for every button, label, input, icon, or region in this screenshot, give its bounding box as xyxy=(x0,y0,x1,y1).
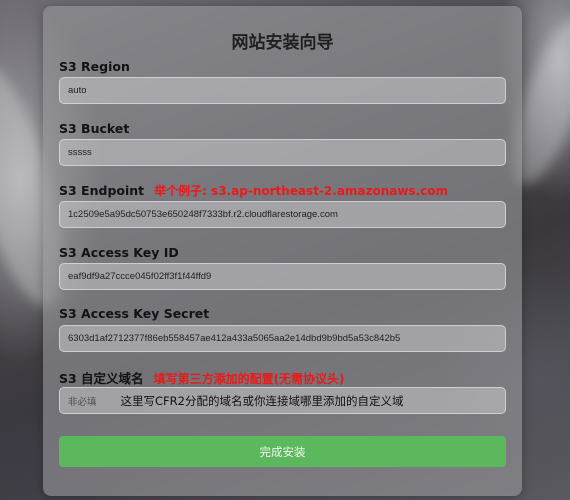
endpoint-value: 1c2509e5a95dc50753e650248f7333bf.r2.clou… xyxy=(68,209,338,220)
region-label: S3 Region xyxy=(59,59,130,74)
custom-domain-placeholder: 非必填 xyxy=(68,396,97,408)
custom-domain-hint: 填写第三方添加的配置(无需协议头) xyxy=(153,372,345,386)
bucket-value: sssss xyxy=(68,147,92,158)
access-key-secret-label: S3 Access Key Secret xyxy=(59,306,210,321)
custom-domain-label-row: S3 自定义域名 填写第三方添加的配置(无需协议头) xyxy=(59,368,345,387)
custom-domain-input[interactable]: 非必填 这里写CFR2分配的域名或你连接域哪里添加的自定义域 xyxy=(59,387,506,414)
endpoint-input[interactable]: 1c2509e5a95dc50753e650248f7333bf.r2.clou… xyxy=(59,201,506,228)
access-key-id-input[interactable]: eaf9df9a27ccce045f02ff3f1f44ffd9 xyxy=(59,263,506,290)
access-key-id-label: S3 Access Key ID xyxy=(59,245,179,260)
endpoint-label-row: S3 Endpoint 举个例子: s3.ap-northeast-2.amazo… xyxy=(59,182,448,199)
bucket-label: S3 Bucket xyxy=(59,121,130,136)
region-value: auto xyxy=(68,85,87,96)
endpoint-hint: 举个例子: s3.ap-northeast-2.amazonaws.com xyxy=(154,184,449,198)
page-title: 网站安装向导 xyxy=(231,33,334,53)
region-input[interactable]: auto xyxy=(59,77,506,104)
bucket-input[interactable]: sssss xyxy=(59,139,506,166)
access-key-secret-value: 6303d1af2712377f86eb558457ae412a433a5065… xyxy=(68,333,401,344)
install-wizard-card: 网站安装向导 S3 Region auto S3 Bucket sssss S3… xyxy=(43,6,522,496)
endpoint-label: S3 Endpoint xyxy=(59,183,145,198)
custom-domain-label: S3 自定义域名 xyxy=(59,371,144,386)
access-key-id-value: eaf9df9a27ccce045f02ff3f1f44ffd9 xyxy=(68,271,212,282)
custom-domain-annotation: 这里写CFR2分配的域名或你连接域哪里添加的自定义域 xyxy=(120,393,404,408)
finish-install-button[interactable]: 完成安装 xyxy=(59,436,506,467)
access-key-secret-input[interactable]: 6303d1af2712377f86eb558457ae412a433a5065… xyxy=(59,325,506,352)
